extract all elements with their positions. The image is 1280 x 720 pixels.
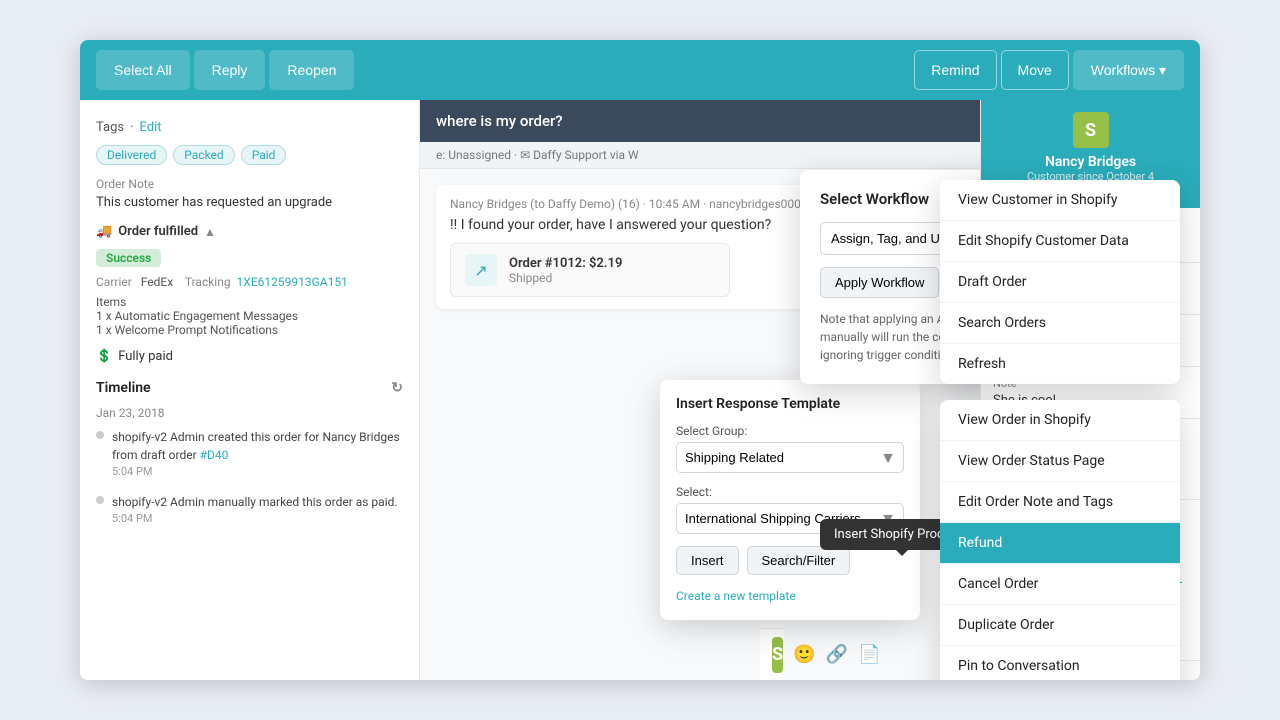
tags-list: Delivered Packed Paid (96, 145, 403, 165)
link-icon[interactable]: 🔗 (826, 641, 848, 669)
menu-view-order[interactable]: View Order in Shopify (940, 400, 1180, 441)
tags-row: Tags · Edit (96, 120, 403, 135)
menu-edit-customer[interactable]: Edit Shopify Customer Data (940, 221, 1180, 262)
order-status: Shipped (509, 271, 622, 285)
group-label: Select Group: (676, 424, 904, 438)
emoji-icon[interactable]: 🙂 (793, 641, 815, 669)
order-note-text: This customer has requested an upgrade (96, 195, 403, 210)
timeline-item-2: shopify-v2 Admin manually marked this or… (96, 493, 403, 528)
menu-cancel-order[interactable]: Cancel Order (940, 564, 1180, 605)
tag-paid: Paid (241, 145, 287, 165)
menu-view-customer[interactable]: View Customer in Shopify (940, 180, 1180, 221)
conversation-meta: e: Unassigned · ✉ Daffy Support via W (420, 142, 980, 169)
workflows-button[interactable]: Workflows ▾ (1073, 50, 1184, 90)
timeline-event1-link[interactable]: #D40 (200, 448, 229, 462)
truck-icon: 🚚 (96, 224, 112, 239)
menu-duplicate-order[interactable]: Duplicate Order (940, 605, 1180, 646)
left-panel: Tags · Edit Delivered Packed Paid Order … (80, 100, 420, 680)
template-title: Insert Response Template (676, 396, 904, 412)
timeline-event1-text: shopify-v2 Admin created this order for … (112, 430, 400, 462)
template-btn-row: Insert Search/Filter (676, 546, 904, 575)
dropdown-menu-order: View Order in Shopify View Order Status … (940, 400, 1180, 680)
group-select[interactable]: Shipping Related (676, 442, 904, 473)
dollar-icon: 💲 (96, 349, 112, 364)
menu-pin-to-conversation[interactable]: Pin to Conversation (940, 646, 1180, 680)
timeline-time-2: 5:04 PM (112, 511, 398, 528)
items-label: Items (96, 295, 403, 309)
order-note-label: Order Note (96, 177, 403, 191)
refresh-icon[interactable]: ↻ (391, 380, 403, 396)
menu-refund[interactable]: Refund (940, 523, 1180, 564)
menu-draft-order[interactable]: Draft Order (940, 262, 1180, 303)
dropdown-menu-customer: View Customer in Shopify Edit Shopify Cu… (940, 180, 1180, 384)
menu-refresh[interactable]: Refresh (940, 344, 1180, 384)
select-all-button[interactable]: Select All (96, 50, 190, 90)
shopify-icon[interactable]: S (772, 637, 783, 673)
app-container: Select All Reply Reopen Remind Move Work… (80, 40, 1200, 680)
order-fulfilled-label: Order fulfilled (118, 224, 198, 239)
reopen-button[interactable]: Reopen (269, 50, 354, 90)
tags-label: Tags (96, 120, 124, 135)
order-card: ↗ Order #1012: $2.19 Shipped (450, 243, 730, 297)
insert-button[interactable]: Insert (676, 546, 739, 575)
menu-search-orders[interactable]: Search Orders (940, 303, 1180, 344)
conversation-header: where is my order? (420, 100, 980, 142)
chevron-up-icon: ▲ (204, 225, 216, 239)
text-icon[interactable]: 📄 (858, 641, 880, 669)
reply-toolbar: S 🙂 🔗 📄 (760, 628, 784, 680)
timeline-event2-text: shopify-v2 Admin manually marked this or… (112, 495, 398, 509)
timeline-dot-2 (96, 496, 104, 504)
order-fulfilled-row: 🚚 Order fulfilled ▲ (96, 224, 403, 239)
tags-edit-link[interactable]: Edit (140, 120, 162, 135)
toolbar: Select All Reply Reopen Remind Move Work… (80, 40, 1200, 100)
items-list: Items 1 x Automatic Engagement Messages … (96, 295, 403, 337)
success-badge: Success (96, 249, 161, 267)
reply-button[interactable]: Reply (194, 50, 266, 90)
tracking-link[interactable]: 1XE61259913GA151 (237, 275, 348, 289)
move-button[interactable]: Move (1001, 50, 1069, 90)
customer-name: Nancy Bridges (993, 154, 1188, 170)
order-card-icon: ↗ (465, 254, 497, 286)
shopify-logo: S (1073, 112, 1109, 148)
timeline-date: Jan 23, 2018 (96, 406, 403, 420)
timeline-dot (96, 431, 104, 439)
menu-view-order-status[interactable]: View Order Status Page (940, 441, 1180, 482)
menu-edit-order-note[interactable]: Edit Order Note and Tags (940, 482, 1180, 523)
template-panel: Insert Response Template Select Group: S… (660, 380, 920, 620)
item2: 1 x Welcome Prompt Notifications (96, 323, 403, 337)
tag-delivered: Delivered (96, 145, 167, 165)
search-filter-button[interactable]: Search/Filter (747, 546, 851, 575)
create-template-link[interactable]: Create a new template (676, 589, 796, 603)
tag-packed: Packed (173, 145, 234, 165)
group-select-wrap: Shipping Related ▼ (676, 442, 904, 473)
center-panel: where is my order? e: Unassigned · ✉ Daf… (420, 100, 980, 680)
apply-workflow-button[interactable]: Apply Workflow (820, 267, 939, 298)
timeline-label: Timeline (96, 380, 151, 396)
item1: 1 x Automatic Engagement Messages (96, 309, 403, 323)
timeline-header: Timeline ↻ (96, 380, 403, 396)
fully-paid: 💲 Fully paid (96, 349, 403, 364)
order-number: Order #1012: $2.19 (509, 256, 622, 271)
remind-button[interactable]: Remind (914, 50, 996, 90)
carrier-detail: Carrier FedEx Tracking 1XE61259913GA151 (96, 275, 403, 289)
timeline-time-1: 5:04 PM (112, 464, 403, 481)
select-label: Select: (676, 485, 904, 499)
timeline-item-1: shopify-v2 Admin created this order for … (96, 428, 403, 481)
conversation-subject: where is my order? (436, 112, 563, 130)
